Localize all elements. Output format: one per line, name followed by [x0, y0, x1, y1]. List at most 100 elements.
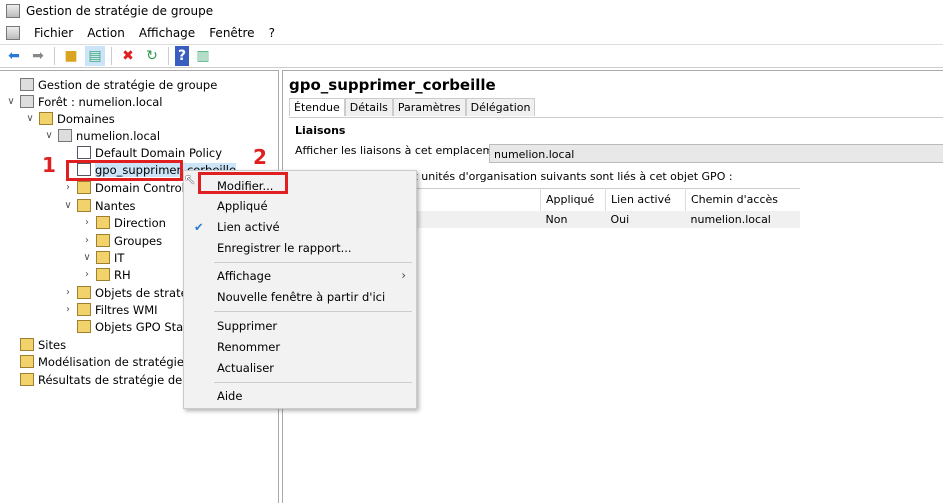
folder-icon — [20, 355, 34, 368]
folder-icon — [77, 320, 91, 333]
menu-item-supprimer[interactable]: Supprimer — [217, 319, 277, 333]
folder-icon — [96, 216, 110, 229]
folder-icon — [77, 303, 91, 316]
toolbar-separator — [168, 47, 169, 65]
menu-affichage[interactable]: Affichage — [139, 26, 195, 40]
window-title: Gestion de stratégie de groupe — [26, 4, 214, 18]
tree-item[interactable]: ∨ numelion.local — [44, 127, 160, 144]
menu-bar: Fichier Action Affichage Fenêtre ? — [0, 22, 943, 44]
delete-icon[interactable]: ✖ — [118, 46, 138, 66]
cell-lien-active: Oui — [605, 210, 686, 228]
tree-item-label: IT — [114, 250, 125, 265]
col-chemin[interactable]: Chemin d'accès — [685, 188, 800, 211]
folder-icon — [77, 286, 91, 299]
folder-icon — [20, 373, 34, 386]
folder-icon — [77, 199, 91, 212]
expanded-chevron-icon[interactable]: ∨ — [44, 130, 54, 141]
tree-item-label: RH — [114, 267, 131, 282]
menu-item-nouvelle-fenetre[interactable]: Nouvelle fenêtre à partir d'ici — [217, 290, 385, 304]
tree-item[interactable]: › Filtres WMI — [63, 301, 158, 318]
menu-item-affichage[interactable]: Affichage — [217, 269, 271, 283]
expanded-chevron-icon[interactable]: ∨ — [63, 200, 73, 211]
folder-icon — [77, 181, 91, 194]
properties-icon[interactable]: ▥ — [193, 46, 213, 66]
up-folder-icon[interactable]: ■ — [61, 46, 81, 66]
tree-item-label: numelion.local — [76, 128, 161, 143]
tree-item[interactable]: Sites — [6, 336, 66, 353]
col-lien-active[interactable]: Lien activé — [605, 188, 686, 211]
cell-chemin: numelion.local — [685, 210, 800, 228]
tree-item[interactable]: › Direction — [82, 214, 166, 231]
menu-item-applique[interactable]: Appliqué — [217, 199, 268, 213]
domain-icon — [20, 78, 34, 91]
folder-icon — [96, 268, 110, 281]
location-dropdown[interactable]: numelion.local — [489, 144, 943, 163]
toolbar: ⬅ ➡ ■ ▤ ✖ ↻ ? ▥ — [0, 44, 943, 68]
tree-item[interactable]: › Groupes — [82, 232, 162, 249]
tab-parametres[interactable]: Paramètres — [392, 98, 466, 116]
collapsed-chevron-icon[interactable]: › — [63, 304, 73, 315]
section-heading: Liaisons — [295, 124, 346, 137]
annotation-label-2: 2 — [253, 145, 267, 169]
folder-icon — [39, 112, 53, 125]
tree-item-label: Nantes — [95, 198, 136, 213]
tree-item[interactable]: ∨ Domaines — [25, 110, 115, 127]
menu-separator — [214, 382, 412, 383]
tree-item[interactable]: › RH — [82, 266, 131, 283]
expanded-chevron-icon[interactable]: ∨ — [6, 96, 16, 107]
gpo-link-icon — [77, 146, 91, 159]
tab-details[interactable]: Détails — [344, 98, 393, 116]
tab-etendue[interactable]: Étendue — [289, 98, 345, 116]
title-bar: Gestion de stratégie de groupe — [0, 0, 943, 22]
annotation-label-1: 1 — [42, 153, 56, 177]
tree-item[interactable]: Gestion de stratégie de groupe — [6, 76, 217, 93]
folder-icon — [96, 251, 110, 264]
menu-action[interactable]: Action — [87, 26, 125, 40]
gpo-title: gpo_supprimer_corbeille — [289, 76, 496, 94]
submenu-arrow-icon: › — [401, 268, 406, 282]
tab-delegation[interactable]: Délégation — [465, 98, 536, 116]
tree-item-label: Filtres WMI — [95, 302, 158, 317]
collapsed-chevron-icon[interactable]: › — [63, 287, 73, 298]
refresh-icon[interactable]: ↻ — [142, 46, 162, 66]
help-icon[interactable]: ? — [175, 46, 189, 66]
tree-item-label: Default Domain Policy — [95, 145, 223, 160]
folder-icon — [20, 338, 34, 351]
menu-item-enregistrer-rapport[interactable]: Enregistrer le rapport... — [217, 241, 352, 255]
tree-item[interactable]: Default Domain Policy — [63, 144, 222, 161]
annotation-box-1 — [66, 160, 183, 181]
tree-item-label: Gestion de stratégie de groupe — [38, 77, 218, 92]
system-menu-icon[interactable] — [6, 26, 20, 40]
tree-item[interactable]: ∨ IT — [82, 249, 124, 266]
expanded-chevron-icon[interactable]: ∨ — [25, 113, 35, 124]
menu-fenetre[interactable]: Fenêtre — [209, 26, 254, 40]
forward-icon[interactable]: ➡ — [28, 46, 48, 66]
collapsed-chevron-icon[interactable]: › — [82, 235, 92, 246]
collapsed-chevron-icon[interactable]: › — [63, 182, 73, 193]
menu-item-aide[interactable]: Aide — [217, 389, 242, 403]
menu-item-lien-active[interactable]: Lien activé — [217, 220, 280, 234]
tree-item[interactable]: ∨ Forêt : numelion.local — [6, 93, 162, 110]
gpmc-app-icon — [6, 4, 20, 18]
menu-fichier[interactable]: Fichier — [34, 26, 73, 40]
menu-separator — [214, 311, 412, 312]
context-menu: Modifier... Appliqué ✔ Lien activé Enreg… — [183, 170, 417, 409]
menu-item-renommer[interactable]: Renommer — [217, 340, 280, 354]
tree-item-label: Domaines — [57, 111, 115, 126]
annotation-box-2 — [198, 172, 288, 194]
show-hide-tree-icon[interactable]: ▤ — [85, 46, 105, 66]
menu-separator — [214, 262, 412, 263]
tree-item[interactable]: ∨ Nantes — [63, 197, 136, 214]
tab-bar: Étendue Détails Paramètres Délégation — [289, 98, 536, 116]
col-applique[interactable]: Appliqué — [540, 188, 606, 211]
toolbar-separator — [111, 47, 112, 65]
cell-applique: Non — [540, 210, 606, 228]
collapsed-chevron-icon[interactable]: › — [82, 269, 92, 280]
back-icon[interactable]: ⬅ — [4, 46, 24, 66]
collapsed-chevron-icon[interactable]: › — [82, 217, 92, 228]
menu-help[interactable]: ? — [269, 26, 275, 40]
expanded-chevron-icon[interactable]: ∨ — [82, 252, 92, 263]
tree-item-label: Groupes — [114, 233, 163, 248]
menu-item-actualiser[interactable]: Actualiser — [217, 361, 274, 375]
location-label: Afficher les liaisons à cet emplacement … — [295, 144, 519, 157]
